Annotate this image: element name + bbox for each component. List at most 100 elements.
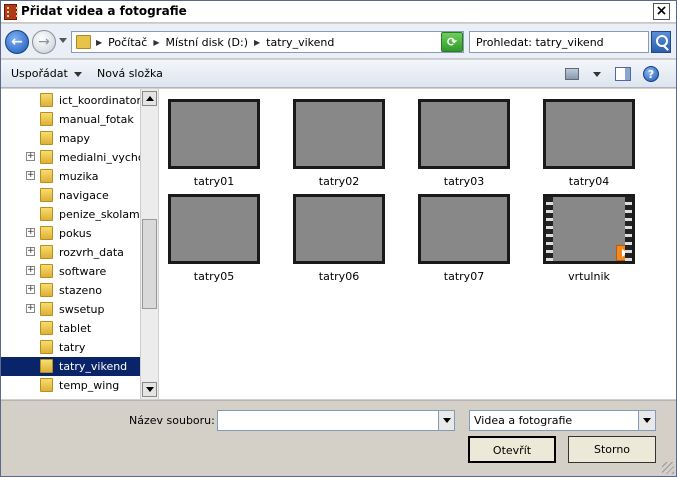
tree-item[interactable]: tatry: [1, 338, 140, 357]
close-button[interactable]: ×: [653, 3, 670, 20]
preview-pane-icon[interactable]: [615, 67, 631, 81]
filename-label: Název souboru:: [129, 414, 215, 427]
file-item[interactable]: tatry01: [164, 99, 264, 188]
tree-item[interactable]: ict_koordinator: [1, 91, 142, 110]
refresh-icon[interactable]: ⟳: [441, 32, 463, 52]
resize-grip-icon[interactable]: [662, 462, 674, 474]
tree-item[interactable]: + medialni_vychova: [1, 148, 157, 167]
tree-item-label: rozvrh_data: [59, 246, 124, 259]
breadcrumb-item-folder[interactable]: tatry_vikend: [266, 36, 334, 49]
expand-plus-icon[interactable]: +: [26, 152, 35, 161]
expand-plus-icon[interactable]: +: [26, 228, 35, 237]
folder-icon: [40, 131, 53, 145]
folder-icon: [40, 112, 53, 126]
new-folder-button[interactable]: Nová složka: [97, 67, 163, 80]
filetype-dropdown-icon[interactable]: [638, 410, 656, 431]
caret-down-icon: [73, 71, 82, 77]
expand-plus-icon[interactable]: +: [26, 304, 35, 313]
folder-icon: [40, 226, 53, 240]
tree-item-label: tatry_vikend: [59, 360, 128, 373]
scroll-thumb[interactable]: [142, 219, 157, 309]
folder-icon: [40, 207, 53, 221]
tree-item[interactable]: penize_skolam: [1, 205, 140, 224]
folder-tree[interactable]: ict_koordinator manual_fotakmapy + medialni…: [1, 89, 158, 399]
breadcrumb: ▶ Počítač ▶ Místní disk (D:) ▶ tatry_vik…: [96, 36, 334, 49]
address-field[interactable]: ▶ Počítač ▶ Místní disk (D:) ▶ tatry_vik…: [71, 31, 464, 53]
breadcrumb-item-disk[interactable]: Místní disk (D:): [166, 36, 249, 49]
cancel-button[interactable]: Storno: [568, 436, 656, 463]
filename-input[interactable]: [217, 410, 439, 431]
file-item[interactable]: vrtulnik: [539, 194, 639, 283]
history-dropdown-icon[interactable]: [59, 38, 67, 43]
photo-thumbnail: [543, 99, 635, 169]
photo-thumbnail: [293, 194, 385, 264]
tree-item[interactable]: manual_fotak: [1, 110, 140, 129]
expand-plus-icon[interactable]: +: [26, 285, 35, 294]
tree-item[interactable]: + stazeno: [1, 281, 140, 300]
folder-icon: [76, 35, 91, 49]
open-button[interactable]: Otevřít: [468, 436, 556, 463]
organize-button[interactable]: Uspořádat: [11, 67, 82, 80]
organize-label: Uspořádat: [11, 67, 68, 80]
expand-plus-icon[interactable]: +: [26, 266, 35, 275]
tree-item[interactable]: navigace: [1, 186, 140, 205]
tree-item[interactable]: tatry_vikend: [1, 357, 140, 376]
folder-icon: [40, 302, 53, 316]
view-mode-icon[interactable]: [565, 68, 579, 80]
tree-item[interactable]: + pokus: [1, 224, 140, 243]
file-item[interactable]: tatry07: [414, 194, 514, 283]
file-item[interactable]: tatry06: [289, 194, 389, 283]
photo-thumbnail: [293, 99, 385, 169]
file-item[interactable]: tatry04: [539, 99, 639, 188]
scroll-down-arrow-icon[interactable]: [142, 382, 157, 397]
folder-icon: [40, 378, 53, 392]
tree-item[interactable]: tablet: [1, 319, 140, 338]
chevron-right-icon[interactable]: ▶: [153, 38, 159, 47]
photo-thumbnail: [168, 194, 260, 264]
tree-item-label: muzika: [59, 170, 99, 183]
tree-item-label: swsetup: [59, 303, 105, 316]
file-item[interactable]: tatry02: [289, 99, 389, 188]
file-name: tatry06: [318, 270, 360, 283]
command-toolbar: Uspořádat Nová složka ?: [1, 60, 676, 88]
back-arrow-icon[interactable]: ←: [5, 30, 29, 54]
chevron-right-icon[interactable]: ▶: [254, 38, 260, 47]
tree-item-label: software: [59, 265, 107, 278]
view-dropdown-icon[interactable]: [593, 72, 601, 77]
folder-icon: [40, 245, 53, 259]
folder-icon: [40, 264, 53, 278]
expand-plus-icon[interactable]: +: [26, 171, 35, 180]
breadcrumb-item-computer[interactable]: Počítač: [108, 36, 147, 49]
tree-item-label: tatry: [59, 341, 86, 354]
file-view[interactable]: tatry01 tatry02 tatry03 tatry04 tatry05 tatry…: [159, 89, 676, 399]
tree-item[interactable]: + muzika: [1, 167, 140, 186]
file-item[interactable]: tatry05: [164, 194, 264, 283]
folder-icon: [40, 188, 53, 202]
tree-item-label: ict_koordinator: [59, 94, 142, 107]
tree-item-label: stazeno: [59, 284, 103, 297]
tree-item[interactable]: mapy: [1, 129, 140, 148]
filename-dropdown-icon[interactable]: [438, 410, 455, 431]
tree-item[interactable]: temp_wing: [1, 376, 140, 395]
help-icon[interactable]: ?: [643, 66, 659, 82]
expand-plus-icon[interactable]: +: [26, 247, 35, 256]
tree-item-label: mapy: [59, 132, 90, 145]
folder-icon: [40, 283, 53, 297]
tree-item[interactable]: + software: [1, 262, 140, 281]
file-item[interactable]: tatry03: [414, 99, 514, 188]
file-name: tatry07: [443, 270, 485, 283]
play-icon: [616, 245, 632, 261]
tree-item[interactable]: + swsetup: [1, 300, 140, 319]
tree-scrollbar[interactable]: [140, 89, 158, 399]
search-input[interactable]: Prohledat: tatry_vikend: [469, 31, 649, 53]
search-icon[interactable]: [651, 31, 671, 53]
forward-arrow-icon[interactable]: →: [32, 30, 56, 54]
chevron-right-icon[interactable]: ▶: [96, 38, 102, 47]
title-bar[interactable]: Přidat videa a fotografie ×: [1, 1, 676, 23]
filetype-select[interactable]: Videa a fotografie: [469, 410, 639, 431]
scroll-up-arrow-icon[interactable]: [142, 91, 157, 106]
tree-item[interactable]: + rozvrh_data: [1, 243, 140, 262]
photo-thumbnail: [418, 194, 510, 264]
dialog-window: Přidat videa a fotografie × ← → ▶ Počíta…: [0, 0, 677, 477]
film-app-icon: [4, 4, 18, 20]
